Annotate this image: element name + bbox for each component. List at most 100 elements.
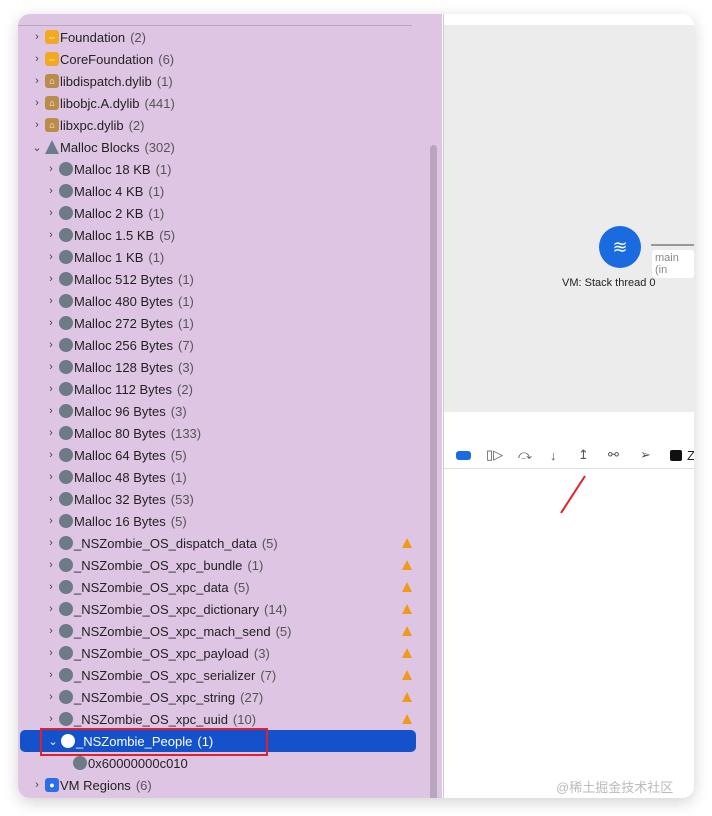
graph-canvas[interactable]: ≋ VM: Stack thread 0 main (in [444, 25, 694, 412]
tree-row[interactable]: › Malloc 512 Bytes (1) [18, 268, 416, 290]
tree-row[interactable]: › _NSZombie_OS_dispatch_data (5) [18, 532, 416, 554]
chevron-right-icon[interactable]: › [46, 493, 56, 505]
tree-row[interactable]: › Malloc 64 Bytes (5) [18, 444, 416, 466]
tree-row[interactable]: › Malloc 1.5 KB (5) [18, 224, 416, 246]
tree-row[interactable]: › Malloc 16 Bytes (5) [18, 510, 416, 532]
tree-row-label: Malloc 272 Bytes (1) [74, 316, 194, 331]
tree-row[interactable]: › Malloc 1 KB (1) [18, 246, 416, 268]
tree-row[interactable]: › ⌂ libobjc.A.dylib (441) [18, 92, 416, 114]
tree-row[interactable]: › _NSZombie_OS_xpc_dictionary (14) [18, 598, 416, 620]
chevron-right-icon[interactable]: › [32, 779, 42, 791]
chevron-right-icon[interactable]: › [46, 647, 56, 659]
item-count: (5) [261, 535, 278, 551]
tree-row[interactable]: › Malloc 480 Bytes (1) [18, 290, 416, 312]
cube-icon [59, 646, 73, 660]
tree-row[interactable]: › _NSZombie_OS_xpc_serializer (7) [18, 664, 416, 686]
chevron-right-icon[interactable]: › [46, 251, 56, 263]
item-name: Malloc 80 Bytes [74, 425, 166, 441]
chevron-right-icon[interactable]: › [32, 31, 42, 43]
chevron-right-icon[interactable]: › [46, 515, 56, 527]
chevron-right-icon[interactable]: › [46, 669, 56, 681]
step-into-icon[interactable]: ↓ [550, 448, 557, 463]
step-out-icon[interactable]: ↥ [578, 447, 589, 463]
tree-row[interactable]: › Malloc 48 Bytes (1) [18, 466, 416, 488]
tree-row[interactable]: › _NSZombie_OS_xpc_uuid (10) [18, 708, 416, 730]
chevron-right-icon[interactable]: › [46, 207, 56, 219]
chevron-right-icon[interactable]: › [46, 229, 56, 241]
item-count: (7) [260, 667, 277, 683]
item-count: (1) [170, 469, 187, 485]
tree-row[interactable]: › Malloc 128 Bytes (3) [18, 356, 416, 378]
tree-row[interactable]: › _NSZombie_OS_xpc_string (27) [18, 686, 416, 708]
chevron-right-icon[interactable]: › [46, 427, 56, 439]
chevron-right-icon[interactable]: › [46, 361, 56, 373]
tree-row[interactable]: › _NSZombie_OS_xpc_data (5) [18, 576, 416, 598]
warning-icon[interactable] [402, 538, 412, 548]
chevron-right-icon[interactable]: › [46, 603, 56, 615]
tree-row[interactable]: › Malloc 272 Bytes (1) [18, 312, 416, 334]
chevron-right-icon[interactable]: › [46, 273, 56, 285]
tree-row[interactable]: › Malloc 96 Bytes (3) [18, 400, 416, 422]
warning-icon[interactable] [402, 714, 412, 724]
chevron-right-icon[interactable]: › [46, 163, 56, 175]
warning-icon[interactable] [402, 648, 412, 658]
tree-row[interactable]: › _NSZombie_OS_xpc_payload (3) [18, 642, 416, 664]
tree-row[interactable]: › Malloc 112 Bytes (2) [18, 378, 416, 400]
item-count: (3) [253, 645, 270, 661]
stack-node-icon[interactable]: ≋ [599, 226, 641, 268]
tree-row[interactable]: › Malloc 80 Bytes (133) [18, 422, 416, 444]
chevron-right-icon[interactable]: › [46, 295, 56, 307]
tree-row[interactable]: › ⌂ libdispatch.dylib (1) [18, 70, 416, 92]
chevron-right-icon[interactable]: › [46, 339, 56, 351]
chevron-right-icon[interactable]: › [46, 537, 56, 549]
chevron-right-icon[interactable]: › [32, 97, 42, 109]
tree-row-label: _NSZombie_OS_xpc_data (5) [74, 580, 250, 595]
chevron-right-icon[interactable]: › [46, 691, 56, 703]
tree-row[interactable]: ⌄ Malloc Blocks (302) [18, 136, 416, 158]
chevron-right-icon[interactable]: › [46, 713, 56, 725]
chevron-right-icon[interactable]: › [32, 53, 42, 65]
terminal-icon[interactable] [670, 449, 682, 461]
location-icon[interactable]: ➢ [640, 447, 651, 463]
tree-row-label: _NSZombie_OS_xpc_uuid (10) [74, 712, 256, 727]
chevron-right-icon[interactable]: › [46, 405, 56, 417]
tree-row[interactable]: › _NSZombie_OS_xpc_mach_send (5) [18, 620, 416, 642]
item-count: (53) [170, 491, 194, 507]
chevron-right-icon[interactable]: › [32, 75, 42, 87]
warning-icon[interactable] [402, 670, 412, 680]
warning-icon[interactable] [402, 560, 412, 570]
breakpoints-toggle-icon[interactable] [456, 450, 471, 460]
tree-row[interactable]: › Malloc 32 Bytes (53) [18, 488, 416, 510]
warning-icon[interactable] [402, 626, 412, 636]
chevron-right-icon[interactable]: › [46, 625, 56, 637]
tree-row[interactable]: › ⇔ Foundation (2) [18, 26, 416, 48]
tree-row[interactable]: › ⌂ libxpc.dylib (2) [18, 114, 416, 136]
chevron-down-icon[interactable]: ⌄ [32, 141, 42, 154]
tree-row-label: libxpc.dylib (2) [60, 118, 144, 133]
tree-row[interactable]: › ⇔ CoreFoundation (6) [18, 48, 416, 70]
tree-row[interactable]: › Malloc 18 KB (1) [18, 158, 416, 180]
item-name: Malloc 272 Bytes [74, 315, 173, 331]
chevron-right-icon[interactable]: › [32, 119, 42, 131]
tree-row[interactable]: › ● VM Regions (6) [18, 774, 416, 796]
tree-row[interactable]: › _NSZombie_OS_xpc_bundle (1) [18, 554, 416, 576]
chevron-right-icon[interactable]: › [46, 581, 56, 593]
chevron-right-icon[interactable]: › [46, 559, 56, 571]
warning-icon[interactable] [402, 582, 412, 592]
chevron-right-icon[interactable]: › [46, 471, 56, 483]
sidebar-scrollbar[interactable] [430, 145, 437, 798]
chevron-right-icon[interactable]: › [46, 185, 56, 197]
item-count: (302) [144, 139, 175, 155]
chevron-right-icon[interactable]: › [46, 383, 56, 395]
chevron-right-icon[interactable]: › [46, 449, 56, 461]
step-over-icon[interactable]: ⤼ [518, 447, 532, 463]
chevron-right-icon[interactable]: › [46, 317, 56, 329]
tree-row-label: Malloc 256 Bytes (7) [74, 338, 194, 353]
warning-icon[interactable] [402, 604, 412, 614]
continue-icon[interactable]: ▯▷ [486, 447, 503, 463]
debug-memory-graph-icon[interactable]: ⚯ [608, 447, 619, 463]
tree-row[interactable]: › Malloc 2 KB (1) [18, 202, 416, 224]
warning-icon[interactable] [402, 692, 412, 702]
tree-row[interactable]: › Malloc 256 Bytes (7) [18, 334, 416, 356]
tree-row[interactable]: › Malloc 4 KB (1) [18, 180, 416, 202]
